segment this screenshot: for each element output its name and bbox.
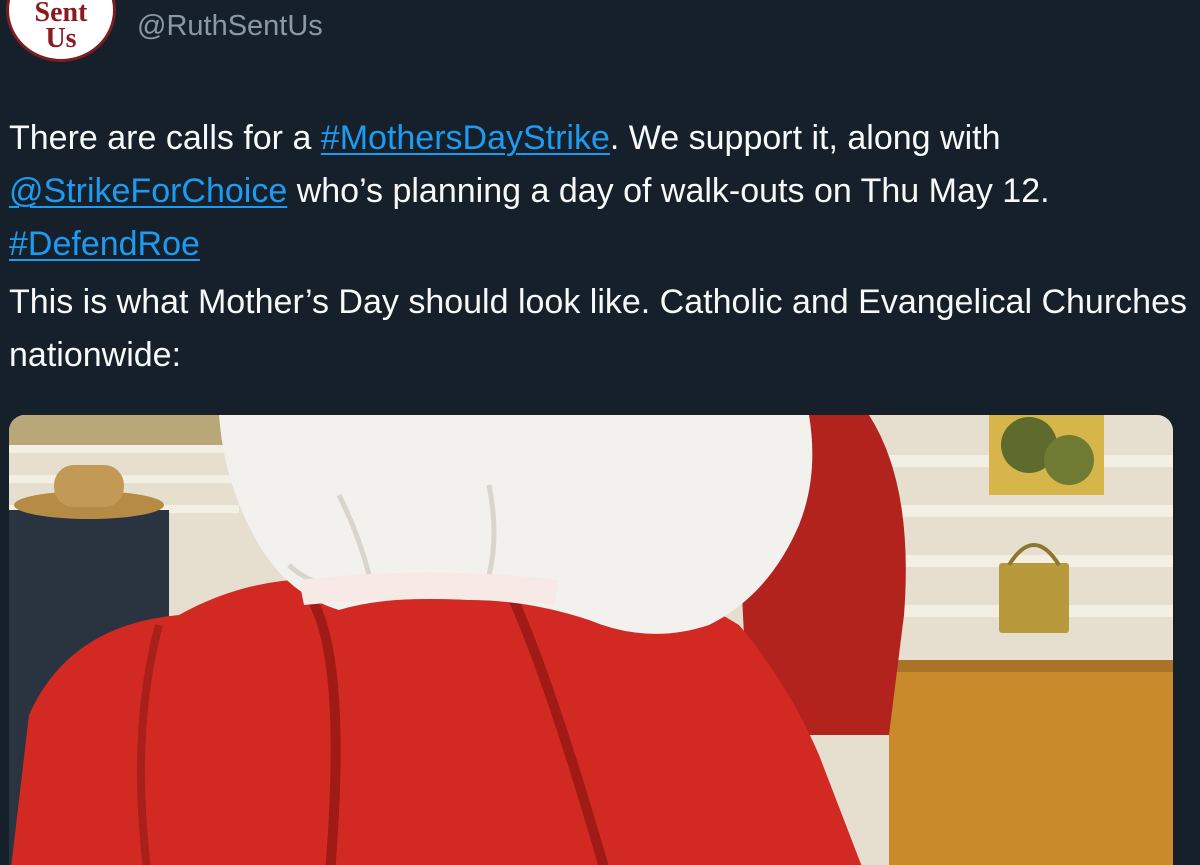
hashtag-mothersdaystrike-link[interactable]: #MothersDayStrike (321, 119, 610, 157)
photo-stripe (9, 475, 239, 483)
tweet-media-image[interactable] (9, 415, 1173, 865)
photo-basket (999, 563, 1069, 633)
avatar[interactable]: Sent Us (6, 0, 116, 62)
photo-stripe (879, 505, 1173, 517)
hashtag-defendroe-link[interactable]: #DefendRoe (9, 225, 200, 263)
author-handle[interactable]: @RuthSentUs (137, 8, 323, 44)
tweet-text-part: There are calls for a (9, 119, 321, 157)
tweet-text-part: . We support it, along with (609, 119, 1001, 157)
photo-plant (1044, 435, 1094, 485)
tweet-text: There are calls for a #MothersDayStrike.… (9, 112, 1189, 382)
photo-floor (889, 665, 1173, 865)
tweet-paragraph-2: This is what Mother’s Day should look li… (9, 283, 1187, 374)
photo-stripe (9, 445, 239, 453)
tweet-paragraph-1: There are calls for a #MothersDayStrike.… (9, 112, 1189, 271)
avatar-text-line1: Sent (34, 0, 88, 28)
photo-baseboard (889, 660, 1173, 672)
handmaid-photo (9, 415, 1173, 865)
mention-strikeforchoice-link[interactable]: @StrikeForChoice (9, 172, 287, 210)
photo-hat (54, 465, 124, 507)
avatar-text-line2: Us (45, 23, 77, 54)
photo-window (9, 415, 239, 445)
tweet-text-part: who’s planning a day of walk-outs on Thu… (287, 172, 1050, 210)
